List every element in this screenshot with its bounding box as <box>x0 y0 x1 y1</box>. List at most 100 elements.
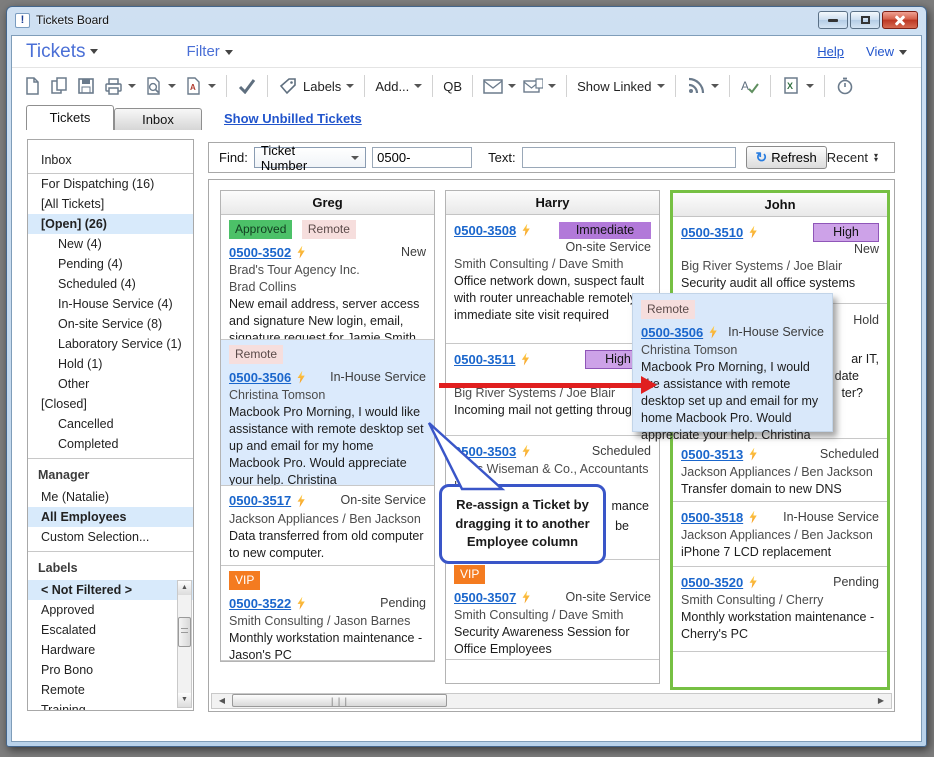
maximize-button[interactable] <box>850 11 880 29</box>
show-unbilled-tickets-link[interactable]: Show Unbilled Tickets <box>224 111 362 126</box>
label-item-escalated[interactable]: Escalated <box>28 620 193 640</box>
ticket-card-0500-3508[interactable]: 0500-3508 Immediate On-site Service Smit… <box>446 215 659 343</box>
sidebar-item-all-employees[interactable]: All Employees <box>28 507 193 527</box>
scrollbar-thumb[interactable] <box>178 617 191 647</box>
sidebar-item-on-site-service[interactable]: On-site Service (8) <box>28 314 193 334</box>
ticket-number-link[interactable]: 0500-3508 <box>454 222 516 239</box>
ticket-number-link[interactable]: 0500-3513 <box>681 446 743 463</box>
labels-scrollbar[interactable]: ▲ ▼ <box>177 580 192 708</box>
sidebar-item-new[interactable]: New (4) <box>28 234 193 254</box>
label-item-remote[interactable]: Remote <box>28 680 193 700</box>
close-button[interactable] <box>882 11 918 29</box>
text-search-input[interactable] <box>522 147 736 168</box>
ticket-card-0500-3511[interactable]: 0500-3511 High Big River Systems / Joe B… <box>446 343 659 435</box>
sidebar-item-scheduled[interactable]: Scheduled (4) <box>28 274 193 294</box>
new-ticket-icon[interactable] <box>22 76 42 96</box>
excel-export-icon[interactable]: X <box>781 76 801 96</box>
show-linked-button[interactable]: Show Linked <box>577 79 664 94</box>
minimize-button[interactable] <box>818 11 848 29</box>
sidebar-item-cancelled[interactable]: Cancelled <box>28 414 193 434</box>
mail-icon[interactable] <box>483 76 503 96</box>
excel-dropdown-arrow[interactable] <box>806 84 814 88</box>
ticket-number-link[interactable]: 0500-3520 <box>681 574 743 591</box>
label-item-partial[interactable]: Training <box>28 700 193 710</box>
mail-merge-dropdown-arrow[interactable] <box>548 84 556 88</box>
rss-dropdown-arrow[interactable] <box>711 84 719 88</box>
sidebar-item-me-natalie[interactable]: Me (Natalie) <box>28 487 193 507</box>
empty-drop-area[interactable] <box>221 660 434 661</box>
scroll-down-icon[interactable]: ▼ <box>178 693 191 707</box>
tab-tickets[interactable]: Tickets <box>26 105 114 130</box>
label-item-not-filtered[interactable]: < Not Filtered > <box>28 580 193 600</box>
ticket-number-link[interactable]: 0500-3506 <box>229 369 291 386</box>
ticket-number-link[interactable]: 0500-3511 <box>454 351 515 368</box>
add-button[interactable]: Add... <box>375 79 422 94</box>
ticket-number-link[interactable]: 0500-3503 <box>454 443 516 460</box>
ticket-card-0500-3506[interactable]: Remote 0500-3506 In-House Service Christ… <box>221 339 434 485</box>
print-icon[interactable] <box>103 76 123 96</box>
mail-dropdown-arrow[interactable] <box>508 84 516 88</box>
print-dropdown-arrow[interactable] <box>128 84 136 88</box>
ticket-card-0500-3517[interactable]: 0500-3517 On-site Service Jackson Applia… <box>221 485 434 565</box>
scrollbar-thumb[interactable]: | | | <box>232 694 447 707</box>
ticket-card-0500-3522[interactable]: VIP 0500-3522 Pending Smith Consulting /… <box>221 565 434 660</box>
pdf-icon[interactable]: A <box>183 76 203 96</box>
label-item-approved[interactable]: Approved <box>28 600 193 620</box>
copy-icon[interactable] <box>49 76 69 96</box>
ticket-number-link[interactable]: 0500-3517 <box>229 492 291 509</box>
sidebar-item-closed[interactable]: [Closed] <box>28 394 193 414</box>
mail-merge-icon[interactable] <box>523 76 543 96</box>
titlebar[interactable]: ! Tickets Board <box>7 7 926 33</box>
find-field-selector[interactable]: Ticket Number <box>254 147 366 168</box>
print-preview-icon[interactable] <box>143 76 163 96</box>
ticket-card-0500-3520[interactable]: 0500-3520 Pending Smith Consulting / Che… <box>673 566 887 651</box>
scroll-left-icon[interactable]: ◀ <box>214 695 230 707</box>
complete-check-icon[interactable] <box>237 76 257 96</box>
sidebar-item-inbox[interactable]: Inbox <box>28 140 193 174</box>
spellcheck-icon[interactable]: A <box>740 76 760 96</box>
recent-dropdown[interactable]: Recent ▾▾ <box>827 150 884 165</box>
ticket-number-link[interactable]: 0500-3502 <box>229 244 291 261</box>
help-link[interactable]: Help <box>817 44 844 59</box>
ticket-card-0500-3502[interactable]: Approved Remote 0500-3502 New Brad's Tou… <box>221 215 434 339</box>
labels-button[interactable]: Labels <box>278 76 354 96</box>
label-item-pro-bono[interactable]: Pro Bono <box>28 660 193 680</box>
ticket-status: On-site Service <box>454 240 651 256</box>
ticket-number-input[interactable] <box>372 147 472 168</box>
sidebar-item-completed[interactable]: Completed <box>28 434 193 454</box>
empty-drop-area[interactable] <box>673 651 887 687</box>
sidebar-item-pending[interactable]: Pending (4) <box>28 254 193 274</box>
ticket-card-0500-3518[interactable]: 0500-3518 In-House Service Jackson Appli… <box>673 501 887 566</box>
ticket-card-0500-3513[interactable]: 0500-3513 Scheduled Jackson Appliances /… <box>673 438 887 501</box>
view-menu[interactable]: View <box>866 44 907 59</box>
scroll-right-icon[interactable]: ▶ <box>873 695 889 707</box>
rss-icon[interactable] <box>686 76 706 96</box>
tickets-menu[interactable]: Tickets <box>26 41 98 63</box>
empty-drop-area[interactable] <box>446 659 659 683</box>
sidebar-item-for-dispatching[interactable]: For Dispatching (16) <box>28 174 193 194</box>
label-item-hardware[interactable]: Hardware <box>28 640 193 660</box>
ticket-card-0500-3507[interactable]: VIP 0500-3507 On-site Service Smith Cons… <box>446 559 659 659</box>
sidebar-item-custom-selection[interactable]: Custom Selection... <box>28 527 193 547</box>
sidebar-item-in-house-service[interactable]: In-House Service (4) <box>28 294 193 314</box>
print-preview-dropdown-arrow[interactable] <box>168 84 176 88</box>
ticket-number-link[interactable]: 0500-3510 <box>681 224 743 241</box>
sidebar-item-other[interactable]: Other <box>28 374 193 394</box>
ticket-number-link[interactable]: 0500-3522 <box>229 595 291 612</box>
board-horizontal-scrollbar[interactable]: ◀ | | | ▶ <box>211 693 892 709</box>
sidebar-item-open[interactable]: [Open] (26) <box>28 214 193 234</box>
quickbooks-button[interactable]: QB <box>443 79 462 94</box>
ticket-number-link[interactable]: 0500-3518 <box>681 509 743 526</box>
sidebar-item-hold[interactable]: Hold (1) <box>28 354 193 374</box>
ticket-number-link[interactable]: 0500-3507 <box>454 589 516 606</box>
sidebar-item-laboratory-service[interactable]: Laboratory Service (1) <box>28 334 193 354</box>
scroll-up-icon[interactable]: ▲ <box>178 581 191 595</box>
refresh-button[interactable]: ↻ Refresh <box>746 146 827 169</box>
ticket-card-0500-3510[interactable]: 0500-3510 High New Big River Systems / J… <box>673 217 887 303</box>
pdf-dropdown-arrow[interactable] <box>208 84 216 88</box>
sidebar-item-all-tickets[interactable]: [All Tickets] <box>28 194 193 214</box>
tab-inbox[interactable]: Inbox <box>114 108 202 130</box>
timer-icon[interactable] <box>835 76 855 96</box>
filter-menu[interactable]: Filter <box>186 43 232 60</box>
save-icon[interactable] <box>76 76 96 96</box>
